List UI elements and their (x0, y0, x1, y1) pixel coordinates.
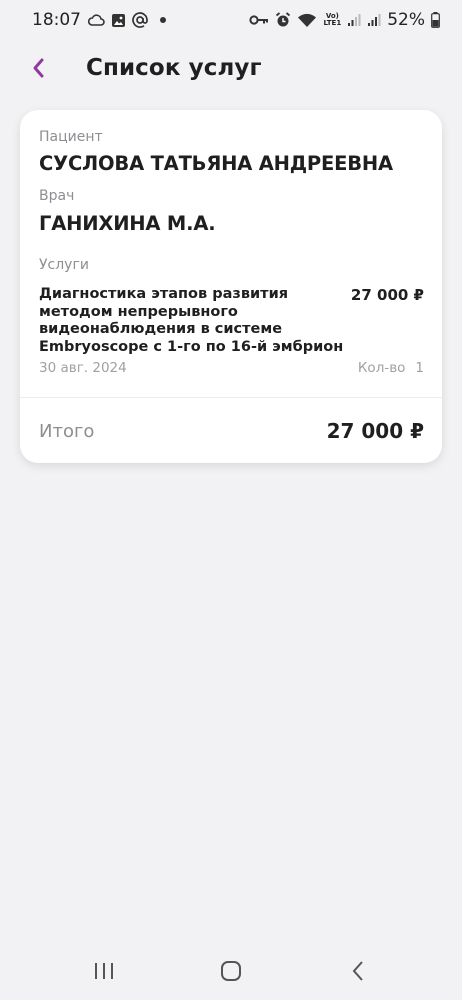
key-icon (249, 14, 269, 26)
screen: 18:07 Vo) LTE1 52% Список услуг Пациент … (0, 0, 462, 1000)
doctor-name: ГАНИХИНА М.А. (39, 212, 216, 235)
status-left: 18:07 (32, 10, 166, 30)
quantity-value: 1 (415, 360, 424, 376)
status-bar: 18:07 Vo) LTE1 52% (0, 0, 462, 40)
status-time: 18:07 (32, 10, 81, 30)
service-price: 27 000 ₽ (350, 286, 424, 304)
signal-1-icon (347, 13, 361, 27)
services-label: Услуги (39, 257, 89, 273)
battery-percent: 52% (387, 10, 425, 30)
total-value: 27 000 ₽ (326, 419, 424, 443)
home-icon (220, 961, 241, 981)
patient-name: СУСЛОВА ТАТЬЯНА АНДРЕЕВНА (39, 152, 393, 175)
doctor-label: Врач (39, 188, 75, 204)
at-sign-icon (132, 12, 148, 28)
recent-apps-button[interactable] (74, 951, 134, 991)
volte-indicator: Vo) LTE1 (323, 13, 341, 27)
chevron-left-icon (33, 58, 44, 78)
back-button[interactable] (18, 48, 58, 88)
service-quantity: Кол-во 1 (358, 360, 424, 376)
signal-2-icon (367, 13, 381, 27)
home-button[interactable] (201, 951, 261, 991)
battery-icon (431, 12, 440, 28)
service-card: Пациент СУСЛОВА ТАТЬЯНА АНДРЕЕВНА Врач Г… (20, 110, 442, 463)
patient-label: Пациент (39, 129, 103, 145)
quantity-label: Кол-во (357, 360, 406, 376)
service-date: 30 авг. 2024 (39, 360, 127, 376)
divider (20, 397, 442, 398)
total-label: Итого (39, 421, 95, 442)
system-back-button[interactable] (328, 951, 388, 991)
cloud-icon (87, 13, 105, 27)
lte-label: LTE1 (323, 19, 342, 27)
alarm-icon (275, 12, 291, 28)
wifi-icon (297, 12, 317, 28)
status-right: Vo) LTE1 52% (249, 10, 440, 30)
gallery-icon (111, 13, 126, 28)
system-nav-bar (0, 942, 462, 1000)
service-name: Диагностика этапов развития методом непр… (39, 286, 344, 355)
recent-apps-icon (94, 963, 113, 979)
page-title: Список услуг (86, 55, 262, 81)
back-arrow-icon (352, 961, 364, 981)
notification-dot-icon (160, 17, 166, 23)
app-header: Список услуг (0, 40, 462, 96)
